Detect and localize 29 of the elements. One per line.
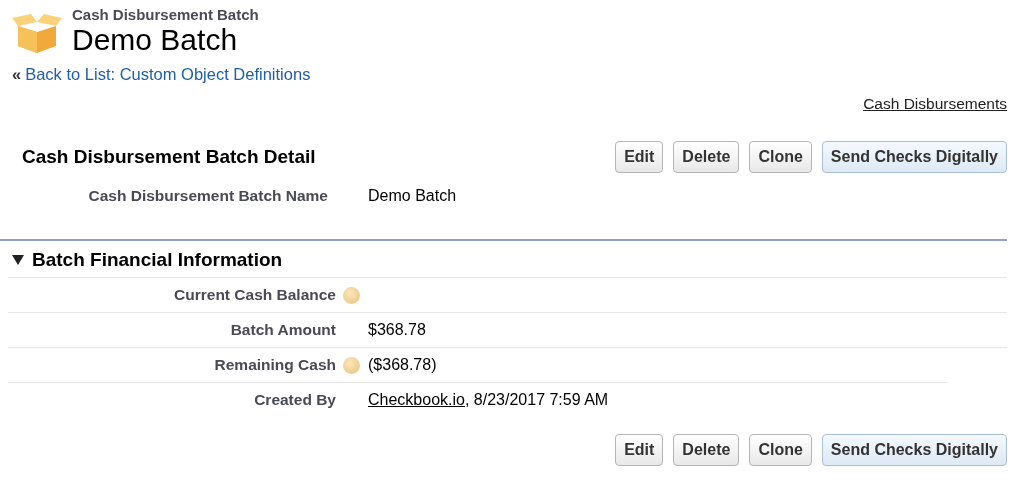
action-button[interactable]: Delete — [673, 141, 740, 173]
field-label: Batch Amount — [230, 321, 336, 339]
collapse-triangle-icon[interactable] — [12, 255, 24, 265]
action-button[interactable]: Send Checks Digitally — [821, 434, 1007, 466]
help-icon[interactable] — [343, 356, 360, 374]
back-arrow-icon: « — [12, 65, 22, 83]
section-title: Batch Financial Information — [32, 249, 283, 271]
field-value: Demo Batch — [368, 187, 457, 205]
user-link[interactable]: Checkbook.io — [368, 391, 465, 408]
field-value: $368.78 — [368, 321, 426, 339]
action-button[interactable]: Clone — [749, 141, 812, 173]
field-label: Created By — [254, 391, 336, 409]
field-label: Current Cash Balance — [174, 286, 336, 304]
record-title: Demo Batch — [72, 23, 239, 57]
field-label: Cash Disbursement Batch Name — [87, 187, 328, 205]
action-button[interactable]: Edit — [615, 141, 664, 173]
object-type: Cash Disbursement Batch — [72, 6, 259, 23]
action-button[interactable]: Send Checks Digitally — [821, 141, 1007, 173]
related-list-link[interactable]: Cash Disbursements — [863, 95, 1007, 112]
help-icon[interactable] — [343, 286, 360, 304]
action-button[interactable]: Edit — [615, 434, 664, 466]
box-icon — [12, 12, 62, 54]
field-label: Remaining Cash — [214, 356, 336, 374]
action-button[interactable]: Clone — [749, 434, 812, 466]
action-button[interactable]: Delete — [673, 434, 740, 466]
back-to-list-link[interactable]: Back to List: Custom Object Definitions — [25, 65, 311, 83]
detail-title: Cash Disbursement Batch Detail — [22, 146, 316, 168]
field-value: , 8/23/2017 7:59 AM — [464, 391, 609, 408]
field-value: ($368.78) — [368, 356, 437, 374]
